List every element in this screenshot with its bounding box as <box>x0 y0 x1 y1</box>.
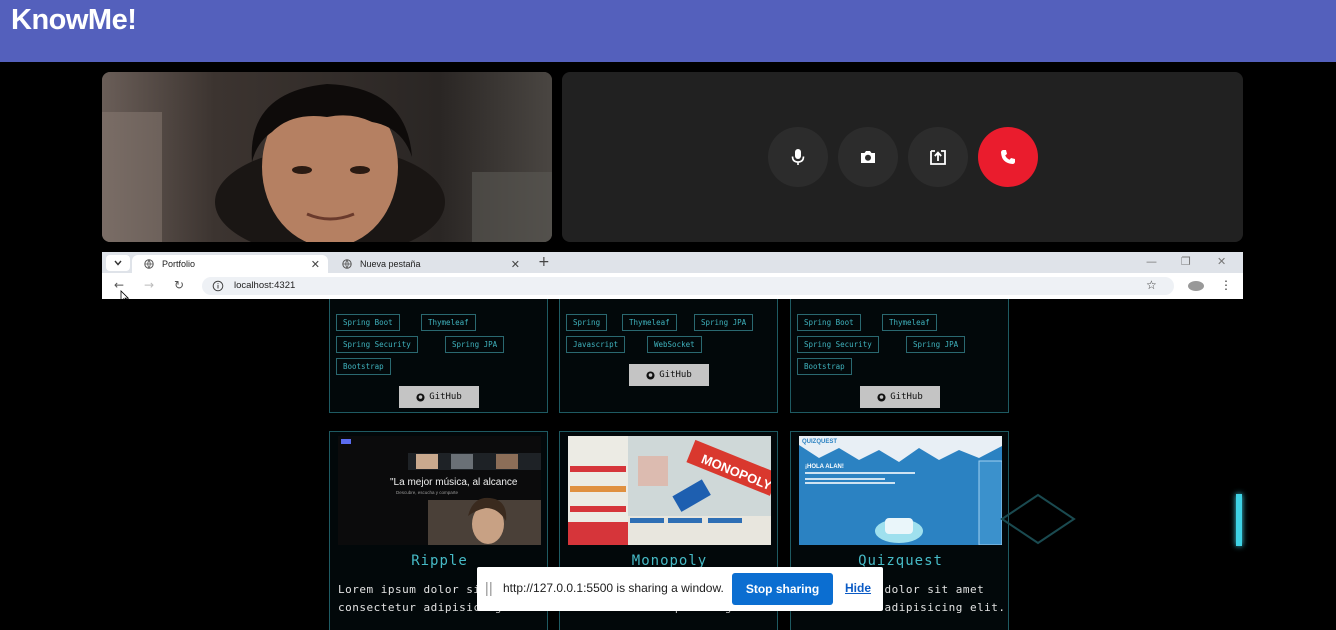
browser-toolbar: ← → ↻ localhost:4321 ☆ ⋮ <box>102 273 1243 299</box>
thumb-greeting: ¡HOLA ALAN! <box>805 464 844 470</box>
tech-tag: Thymeleaf <box>882 314 937 331</box>
tech-tag: Bootstrap <box>336 358 391 375</box>
close-icon[interactable]: ✕ <box>311 258 320 271</box>
chevron-down-icon <box>114 260 122 266</box>
screen-share-notification-bar: http://127.0.0.1:5500 is sharing a windo… <box>477 567 883 611</box>
tab-label: Portfolio <box>162 259 196 269</box>
tech-tag: Bootstrap <box>797 358 852 375</box>
project-card: Spring Thymeleaf Spring JPA Javascript W… <box>559 299 778 413</box>
address-bar[interactable]: localhost:4321 <box>202 277 1174 295</box>
url-text: localhost:4321 <box>234 280 296 291</box>
tech-tag: Javascript <box>566 336 626 353</box>
share-message: http://127.0.0.1:5500 is sharing a windo… <box>503 581 724 595</box>
github-button[interactable]: GitHub <box>860 386 940 408</box>
github-icon <box>416 392 425 402</box>
stop-sharing-button[interactable]: Stop sharing <box>732 573 833 605</box>
window-close-icon[interactable]: ✕ <box>1217 255 1226 268</box>
project-thumbnail: "La mejor música, al alcance Descubre, e… <box>338 436 541 545</box>
profile-avatar[interactable] <box>1188 281 1204 291</box>
tech-tag: Spring Boot <box>797 314 861 331</box>
globe-icon <box>342 259 352 269</box>
camera-icon <box>861 151 875 163</box>
decorative-diamond-icon <box>1000 493 1076 545</box>
project-card: Spring Boot Thymeleaf Spring Security Sp… <box>790 299 1009 413</box>
project-thumbnail: MONOPOLY <box>568 436 771 545</box>
hangup-button[interactable] <box>978 127 1038 187</box>
drag-handle-icon[interactable] <box>486 582 492 596</box>
close-icon[interactable]: ✕ <box>511 258 520 271</box>
github-button-label: GitHub <box>659 370 692 380</box>
forward-icon[interactable]: → <box>144 278 154 292</box>
thumb-brand: QUIZQUEST <box>802 439 837 445</box>
info-icon[interactable] <box>212 280 224 292</box>
camera-button[interactable] <box>838 127 898 187</box>
screen-share-button[interactable] <box>908 127 968 187</box>
microphone-icon <box>791 149 805 165</box>
reload-icon[interactable]: ↻ <box>174 278 184 292</box>
tab-new-tab[interactable]: Nueva pestaña ✕ <box>338 255 528 273</box>
microphone-button[interactable] <box>768 127 828 187</box>
scroll-indicator <box>1236 494 1242 546</box>
hide-link[interactable]: Hide <box>845 581 871 595</box>
thumb-headline: "La mejor música, al alcance <box>390 477 518 488</box>
tech-tag: Spring JPA <box>445 336 505 353</box>
new-tab-button[interactable]: + <box>538 254 550 270</box>
webcam-feed <box>102 72 552 242</box>
bookmark-star-icon[interactable]: ☆ <box>1146 278 1157 292</box>
project-thumbnail: QUIZQUEST ¡HOLA ALAN! <box>799 436 1002 545</box>
github-button[interactable]: GitHub <box>399 386 479 408</box>
github-button[interactable]: GitHub <box>629 364 709 386</box>
tab-search-button[interactable] <box>106 255 130 271</box>
phone-hangup-icon <box>1001 150 1015 164</box>
minimize-icon[interactable]: — <box>1146 255 1157 268</box>
tech-tag: Spring JPA <box>906 336 966 353</box>
github-button-label: GitHub <box>890 392 923 402</box>
tech-tag: WebSocket <box>647 336 702 353</box>
github-icon <box>646 370 655 380</box>
ripple-screenshot: "La mejor música, al alcance Descubre, e… <box>338 436 541 545</box>
tech-tag: Thymeleaf <box>421 314 476 331</box>
tech-tag: Spring Boot <box>336 314 400 331</box>
tab-label: Nueva pestaña <box>360 259 421 269</box>
quizquest-screenshot: QUIZQUEST ¡HOLA ALAN! <box>799 436 1002 545</box>
more-menu-icon[interactable]: ⋮ <box>1220 278 1232 292</box>
restore-icon[interactable]: ❐ <box>1181 255 1191 268</box>
github-icon <box>877 392 886 402</box>
tab-portfolio[interactable]: Portfolio ✕ <box>132 255 328 273</box>
github-button-label: GitHub <box>429 392 462 402</box>
project-card: Spring Boot Thymeleaf Spring Security Sp… <box>329 299 548 413</box>
local-video-tile <box>102 72 552 242</box>
globe-icon <box>144 259 154 269</box>
app-header: KnowMe! <box>0 0 1336 62</box>
tech-tag: Thymeleaf <box>622 314 677 331</box>
call-controls-panel <box>562 72 1243 242</box>
tech-tag: Spring Security <box>336 336 418 353</box>
tech-tag: Spring JPA <box>694 314 754 331</box>
browser-tab-strip: Portfolio ✕ Nueva pestaña ✕ + — ❐ ✕ <box>102 252 1243 273</box>
thumb-subtitle: Descubre, escucha y comparte <box>396 490 459 495</box>
app-title: KnowMe! <box>11 4 137 36</box>
monopoly-screenshot: MONOPOLY <box>568 436 771 545</box>
tech-tag: Spring Security <box>797 336 879 353</box>
tech-tag: Spring <box>566 314 608 331</box>
screen-share-icon <box>930 150 946 165</box>
